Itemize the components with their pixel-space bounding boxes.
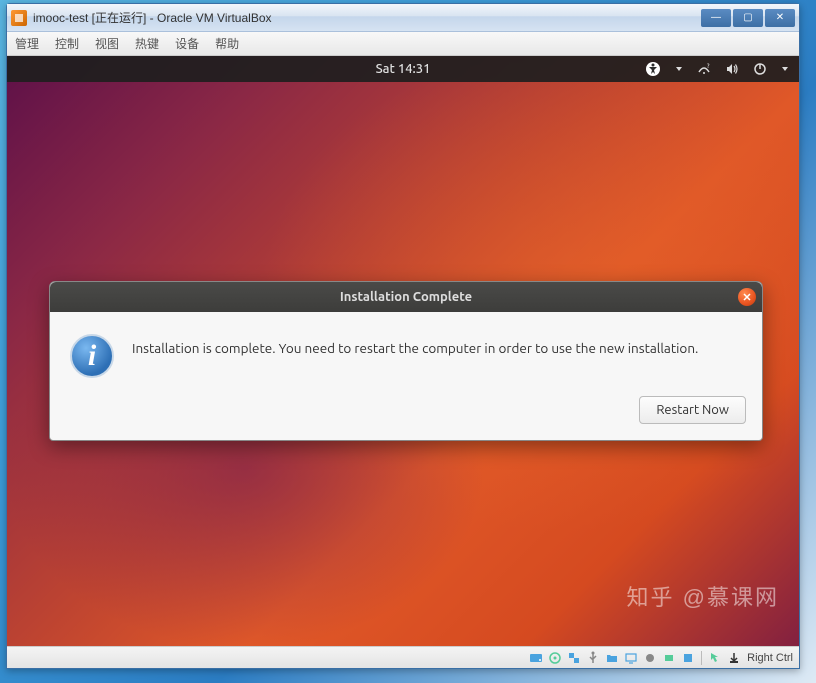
hard-disk-icon[interactable]	[528, 650, 544, 666]
maximize-button[interactable]: ▢	[733, 9, 763, 27]
shared-folder-icon[interactable]	[604, 650, 620, 666]
mouse-integration-icon[interactable]	[707, 650, 723, 666]
menu-help[interactable]: 帮助	[215, 35, 239, 52]
menu-devices[interactable]: 设备	[175, 35, 199, 52]
svg-text:?: ?	[707, 63, 710, 70]
usb-icon[interactable]	[585, 650, 601, 666]
menu-view[interactable]: 视图	[95, 35, 119, 52]
optical-disk-icon[interactable]	[547, 650, 563, 666]
dialog-titlebar[interactable]: Installation Complete	[50, 282, 762, 312]
dialog-body: i Installation is complete. You need to …	[50, 312, 762, 390]
virtualbox-statusbar: Right Ctrl	[7, 646, 799, 668]
installation-complete-dialog: Installation Complete i Installation is …	[49, 281, 763, 441]
volume-icon[interactable]	[725, 62, 739, 76]
ubuntu-system-tray: ?	[645, 56, 789, 82]
dialog-message: Installation is complete. You need to re…	[132, 330, 698, 356]
network-status-icon[interactable]	[566, 650, 582, 666]
chevron-down-icon[interactable]	[675, 65, 683, 73]
host-key-label: Right Ctrl	[747, 652, 793, 664]
ubuntu-topbar: Sat 14:31 ?	[7, 56, 799, 82]
power-icon[interactable]	[753, 62, 767, 76]
window-titlebar[interactable]: imooc-test [正在运行] - Oracle VM VirtualBox…	[7, 4, 799, 32]
vm-display[interactable]: Sat 14:31 ?	[7, 56, 799, 646]
window-title: imooc-test [正在运行] - Oracle VM VirtualBox	[33, 9, 701, 26]
virtualbox-icon	[11, 10, 27, 26]
menu-hotkey[interactable]: 热键	[135, 35, 159, 52]
minimize-button[interactable]: —	[701, 9, 731, 27]
clock-label[interactable]: Sat 14:31	[376, 62, 431, 76]
audio-status-icon[interactable]	[661, 650, 677, 666]
display-icon[interactable]	[623, 650, 639, 666]
menubar: 管理 控制 视图 热键 设备 帮助	[7, 32, 799, 56]
status-separator	[701, 651, 702, 665]
chevron-down-icon-2[interactable]	[781, 65, 789, 73]
dialog-close-button[interactable]	[738, 288, 756, 306]
accessibility-icon[interactable]	[645, 61, 661, 77]
dialog-footer: Restart Now	[50, 390, 762, 440]
virtualbox-window: imooc-test [正在运行] - Oracle VM VirtualBox…	[6, 3, 800, 669]
menu-manage[interactable]: 管理	[15, 35, 39, 52]
network-icon[interactable]: ?	[697, 62, 711, 76]
info-icon: i	[70, 334, 114, 378]
keyboard-capture-icon[interactable]	[726, 650, 742, 666]
restart-now-button[interactable]: Restart Now	[639, 396, 746, 424]
recording-icon[interactable]	[642, 650, 658, 666]
dialog-title: Installation Complete	[340, 290, 472, 304]
close-button[interactable]: ✕	[765, 9, 795, 27]
window-controls: — ▢ ✕	[701, 9, 795, 27]
menu-control[interactable]: 控制	[55, 35, 79, 52]
guest-additions-icon[interactable]	[680, 650, 696, 666]
